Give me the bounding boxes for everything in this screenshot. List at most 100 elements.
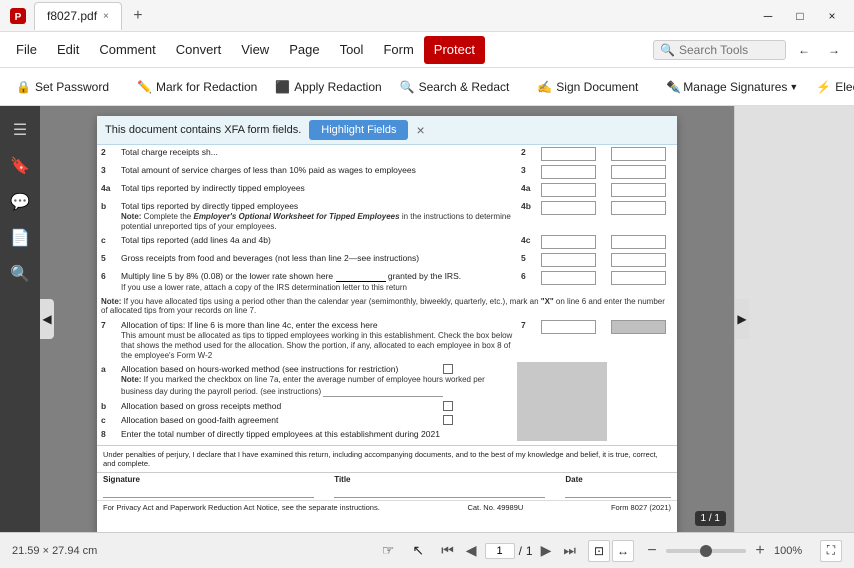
panel-bookmark-icon[interactable]: 🔖 — [4, 150, 36, 182]
tab-title: f8027.pdf — [47, 9, 97, 23]
page-number-input[interactable] — [485, 543, 515, 559]
input-field[interactable] — [541, 201, 596, 215]
title-line[interactable] — [334, 484, 545, 498]
table-row: b Total tips reported by directly tipped… — [97, 199, 677, 233]
fit-page-button[interactable]: ⊡ — [588, 540, 610, 562]
close-tab-icon[interactable]: × — [103, 11, 109, 22]
notification-close-button[interactable]: × — [416, 122, 424, 138]
last-page-button[interactable]: ⏭ — [559, 540, 580, 561]
checkbox-7c[interactable] — [443, 415, 453, 425]
menu-view[interactable]: View — [231, 36, 279, 64]
panel-comment-icon[interactable]: 💬 — [4, 186, 36, 218]
menu-page[interactable]: Page — [279, 36, 329, 64]
input-field[interactable] — [541, 235, 596, 249]
minimize-button[interactable]: ─ — [754, 2, 782, 30]
electro-button[interactable]: ⚡ Electro... — [808, 72, 854, 102]
table-row: 8 Enter the total number of directly tip… — [97, 427, 677, 441]
row-text: Total amount of service charges of less … — [117, 163, 517, 181]
table-row: b Allocation based on gross receipts met… — [97, 399, 677, 413]
select-tool-button[interactable]: ↖ — [407, 540, 429, 562]
row-text: Total tips reported by indirectly tipped… — [117, 181, 517, 199]
page-badge: 1 / 1 — [695, 510, 726, 524]
form-label: Form 8027 (2021) — [611, 503, 671, 512]
fit-width-button[interactable]: ↔ — [612, 540, 634, 562]
search-redact-label: Search & Redact — [419, 80, 510, 94]
hand-tool-button[interactable]: ☞ — [377, 540, 399, 562]
input-field[interactable] — [611, 253, 666, 267]
mark-redaction-button[interactable]: ✏️ Mark for Redaction — [129, 72, 265, 102]
input-field[interactable] — [611, 235, 666, 249]
row-number: b — [97, 199, 117, 233]
close-window-button[interactable]: × — [818, 2, 846, 30]
sign-document-label: Sign Document — [556, 80, 638, 94]
menu-protect[interactable]: Protect — [424, 36, 485, 64]
date-line[interactable] — [565, 484, 671, 498]
input-field[interactable] — [541, 183, 596, 197]
input-field[interactable] — [611, 271, 666, 285]
menu-tool[interactable]: Tool — [330, 36, 374, 64]
right-row-num: 6 — [517, 269, 537, 294]
menu-search-area: 🔍 — [653, 40, 786, 60]
row-text: Total tips reported (add lines 4a and 4b… — [117, 233, 517, 251]
panel-page-icon[interactable]: 📄 — [4, 222, 36, 254]
manage-signatures-label: Manage Signatures — [683, 80, 787, 94]
prev-page-button[interactable]: ◀ — [462, 540, 481, 561]
next-page-button[interactable]: ▶ — [537, 540, 556, 561]
document-footer: For Privacy Act and Paperwork Reduction … — [97, 500, 677, 514]
input-field[interactable] — [611, 165, 666, 179]
input-field[interactable] — [541, 253, 596, 267]
nav-back-button[interactable]: ← — [790, 36, 818, 64]
input-field[interactable] — [541, 165, 596, 179]
checkbox-7a[interactable] — [443, 364, 453, 374]
svg-text:P: P — [15, 12, 22, 23]
set-password-button[interactable]: 🔒 Set Password — [8, 72, 117, 102]
menu-convert[interactable]: Convert — [166, 36, 232, 64]
zoom-slider-thumb[interactable] — [700, 545, 712, 557]
sign-document-button[interactable]: ✍️ Sign Document — [529, 72, 646, 102]
input-field[interactable] — [541, 147, 596, 161]
nav-forward-button[interactable]: → — [820, 36, 848, 64]
right-row-num: 4b — [517, 199, 537, 233]
panel-search-icon[interactable]: 🔍 — [4, 258, 36, 290]
zoom-slider[interactable] — [666, 549, 746, 553]
table-row: Note: If you have allocated tips using a… — [97, 294, 677, 318]
toolbar: 🔒 Set Password ✏️ Mark for Redaction ⬛ A… — [0, 68, 854, 106]
title-label: Title — [334, 475, 545, 484]
signature-line[interactable] — [103, 484, 314, 498]
input-field[interactable] — [541, 271, 596, 285]
fit-buttons: ⊡ ↔ — [588, 540, 634, 562]
zoom-out-button[interactable]: − — [642, 541, 662, 561]
add-tab-button[interactable]: + — [124, 2, 152, 30]
menu-form[interactable]: Form — [373, 36, 423, 64]
penalties-text: Under penalties of perjury, I declare th… — [97, 445, 677, 472]
menu-comment[interactable]: Comment — [89, 36, 165, 64]
input-field[interactable] — [611, 183, 666, 197]
tab-bar: f8027.pdf × + — [34, 2, 152, 30]
input-field[interactable] — [611, 147, 666, 161]
search-icon: 🔍 — [660, 43, 675, 57]
search-redact-button[interactable]: 🔍 Search & Redact — [392, 72, 518, 102]
dropdown-arrow-icon: ▼ — [789, 82, 798, 92]
menu-edit[interactable]: Edit — [47, 36, 89, 64]
table-row: 3 Total amount of service charges of les… — [97, 163, 677, 181]
panel-home-icon[interactable]: ☰ — [4, 114, 36, 146]
signature-label: Signature — [103, 475, 314, 484]
left-collapse-button[interactable]: ◀ — [40, 299, 54, 339]
manage-signatures-button[interactable]: ✒️ Manage Signatures ▼ — [658, 72, 806, 102]
input-field[interactable] — [611, 201, 666, 215]
fullscreen-button[interactable]: ⛶ — [820, 540, 842, 562]
table-row: 5 Gross receipts from food and beverages… — [97, 251, 677, 269]
document-tab[interactable]: f8027.pdf × — [34, 2, 122, 30]
apply-redaction-button[interactable]: ⬛ Apply Redaction — [267, 72, 389, 102]
menu-file[interactable]: File — [6, 36, 47, 64]
search-input[interactable] — [679, 43, 779, 57]
maximize-button[interactable]: □ — [786, 2, 814, 30]
search-box[interactable]: 🔍 — [653, 40, 786, 60]
highlight-fields-button[interactable]: Highlight Fields — [309, 120, 408, 140]
zoom-in-button[interactable]: + — [750, 541, 770, 561]
table-row: a Allocation based on hours-worked metho… — [97, 362, 677, 399]
checkbox-7b[interactable] — [443, 401, 453, 411]
first-page-button[interactable]: ⏮ — [437, 540, 458, 561]
input-field[interactable] — [541, 320, 596, 334]
right-collapse-button[interactable]: ▶ — [735, 299, 749, 339]
